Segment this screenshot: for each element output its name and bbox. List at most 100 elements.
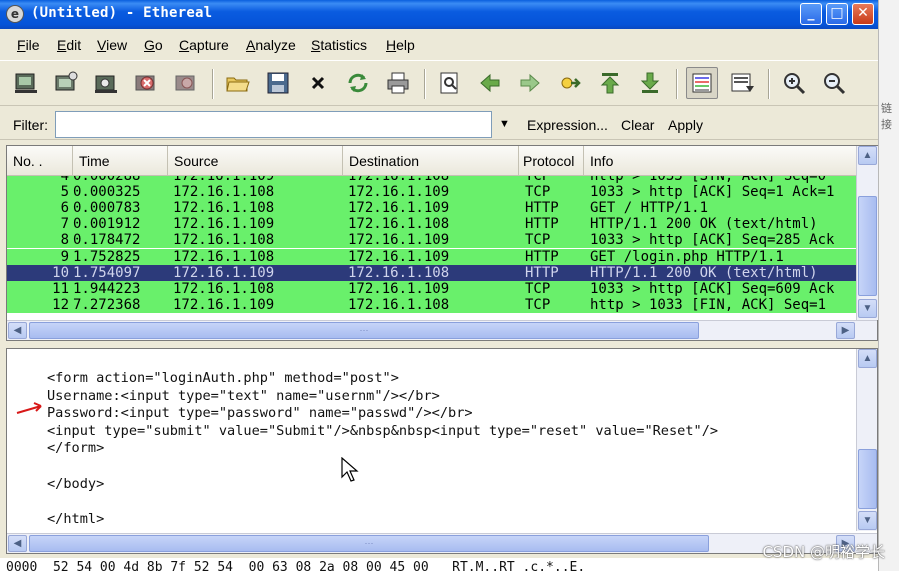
window-title: (Untitled) - Ethereal — [31, 5, 213, 21]
mouse-cursor-icon — [341, 457, 359, 482]
scroll-up-icon[interactable]: ▲ — [858, 349, 877, 368]
packet-protocol-cell: HTTP — [525, 200, 559, 217]
menu-statistics[interactable]: Statistics — [311, 37, 367, 53]
scroll-down-icon[interactable]: ▼ — [858, 299, 877, 318]
packet-row[interactable]: 6 0.000783 172.16.1.108 172.16.1.109 HTTP GET… — [7, 200, 856, 217]
scroll-up-icon[interactable]: ▲ — [858, 146, 877, 165]
menu-file[interactable]: File — [17, 37, 40, 53]
menu-analyze[interactable]: Analyze — [246, 37, 296, 53]
scroll-left-icon[interactable]: ◀ — [8, 322, 27, 339]
reload-icon[interactable] — [342, 67, 374, 99]
hex-dump-line: 0000 52 54 00 4d 8b 7f 52 54 00 63 08 2a… — [6, 560, 586, 571]
scroll-right-icon[interactable]: ▶ — [836, 322, 855, 339]
detail-hscrollbar[interactable]: ◀ ⋯ ▶ — [7, 533, 877, 553]
menu-help[interactable]: Help — [386, 37, 415, 53]
expression-button[interactable]: Expression... — [527, 117, 608, 133]
close-file-icon[interactable] — [302, 67, 334, 99]
packet-time-cell: 0.000288 — [73, 176, 141, 184]
packet-time-cell: 7.272368 — [73, 296, 141, 313]
scroll-thumb[interactable] — [858, 449, 877, 509]
go-first-icon[interactable] — [594, 67, 626, 99]
main-toolbar — [0, 60, 878, 106]
scroll-left-icon[interactable]: ◀ — [8, 535, 27, 552]
menu-view[interactable]: View — [97, 37, 127, 53]
column-destination[interactable]: Destination — [343, 146, 519, 176]
go-last-icon[interactable] — [634, 67, 666, 99]
packet-detail-pane: <form action="loginAuth.php" method="pos… — [6, 348, 878, 554]
packet-time-cell: 1.754097 — [73, 264, 141, 281]
filter-input[interactable] — [55, 111, 492, 138]
packet-row[interactable]: 7 0.001912 172.16.1.109 172.16.1.108 HTTP HTT… — [7, 216, 856, 233]
packet-row[interactable]: 10 1.754097 172.16.1.109 172.16.1.108 HTTP HT… — [7, 264, 856, 281]
packet-protocol-cell: HTTP — [525, 264, 559, 281]
zoom-out-icon[interactable] — [818, 67, 850, 99]
menu-go[interactable]: Go — [144, 37, 163, 53]
packet-source-cell: 172.16.1.109 — [173, 216, 275, 233]
packet-source-cell: 172.16.1.108 — [173, 280, 275, 297]
colorize-icon[interactable] — [686, 67, 718, 99]
packet-list-vscrollbar[interactable]: ▲ ▼ — [856, 146, 878, 320]
start-capture-icon[interactable] — [90, 67, 122, 99]
column-time[interactable]: Time — [73, 146, 168, 176]
detail-vscrollbar[interactable]: ▲ ▼ — [856, 349, 877, 531]
go-forward-icon[interactable] — [514, 67, 546, 99]
packet-protocol-cell: TCP — [525, 176, 551, 184]
packet-no-cell: 10 — [52, 264, 69, 281]
scroll-thumb[interactable]: ⋯ — [29, 535, 709, 552]
packet-row[interactable]: 9 1.752825 172.16.1.108 172.16.1.109 HTTP GET… — [7, 248, 856, 265]
packet-protocol-cell: HTTP — [525, 216, 559, 233]
find-packet-icon[interactable] — [434, 67, 466, 99]
scroll-thumb[interactable]: ⋯ — [29, 322, 699, 339]
stop-capture-icon[interactable] — [130, 67, 162, 99]
close-button[interactable]: ✕ — [852, 3, 874, 25]
apply-button[interactable]: Apply — [668, 117, 703, 133]
hex-dump-pane: 0000 52 54 00 4d 8b 7f 52 54 00 63 08 2a… — [0, 558, 878, 571]
go-back-icon[interactable] — [474, 67, 506, 99]
filter-dropdown-icon[interactable]: ▼ — [499, 118, 510, 130]
packet-info-cell: HTTP/1.1 200 OK (text/html) — [590, 216, 818, 233]
packet-row[interactable]: 5 0.000325 172.16.1.108 172.16.1.109 TCP 1033… — [7, 184, 856, 201]
save-file-icon[interactable] — [262, 67, 294, 99]
packet-protocol-cell: TCP — [525, 232, 551, 249]
filter-label: Filter: — [13, 117, 48, 133]
packet-destination-cell: 172.16.1.109 — [348, 280, 450, 297]
packet-no-cell: 9 — [60, 248, 69, 265]
scroll-thumb[interactable] — [858, 196, 877, 296]
packet-destination-cell: 172.16.1.108 — [348, 296, 450, 313]
packet-row[interactable]: 4 0.000288 172.16.1.109 172.16.1.108 TCP http… — [7, 176, 856, 184]
minimize-button[interactable]: _ — [800, 3, 822, 25]
menu-capture[interactable]: Capture — [179, 37, 229, 53]
packet-list-hscrollbar[interactable]: ◀ ⋯ ▶ — [7, 320, 877, 340]
column-info[interactable]: Info — [584, 146, 856, 176]
zoom-in-icon[interactable] — [778, 67, 810, 99]
packet-no-cell: 12 — [52, 296, 69, 313]
capture-options-icon[interactable] — [50, 67, 82, 99]
packet-row[interactable]: 8 0.178472 172.16.1.108 172.16.1.109 TCP 1033… — [7, 232, 856, 249]
auto-scroll-icon[interactable] — [726, 67, 758, 99]
open-file-icon[interactable] — [222, 67, 254, 99]
maximize-button[interactable]: □ — [826, 3, 848, 25]
packet-destination-cell: 172.16.1.109 — [348, 248, 450, 265]
filter-bar: Filter: ▼ Expression... Clear Apply — [0, 108, 878, 140]
packet-time-cell: 0.000783 — [73, 200, 141, 217]
go-to-packet-icon[interactable] — [554, 67, 586, 99]
packet-no-cell: 6 — [60, 200, 69, 217]
packet-list-header: No. . Time Source Destination Protocol I… — [7, 146, 856, 176]
interface-list-icon[interactable] — [10, 67, 42, 99]
packet-source-cell: 172.16.1.108 — [173, 232, 275, 249]
restart-capture-icon[interactable] — [170, 67, 202, 99]
packet-row[interactable]: 12 7.272368 172.16.1.109 172.16.1.108 TCP htt… — [7, 296, 856, 313]
column-no[interactable]: No. . — [7, 146, 73, 176]
packet-time-cell: 1.944223 — [73, 280, 141, 297]
packet-rows: 4 0.000288 172.16.1.109 172.16.1.108 TCP http… — [7, 176, 856, 314]
menu-edit[interactable]: Edit — [57, 37, 81, 53]
menu-bar: File Edit View Go Capture Analyze Statis… — [0, 32, 878, 58]
title-bar[interactable]: e (Untitled) - Ethereal _ □ ✕ — [0, 0, 878, 29]
scroll-down-icon[interactable]: ▼ — [858, 511, 877, 530]
print-icon[interactable] — [382, 67, 414, 99]
ethereal-window: e (Untitled) - Ethereal _ □ ✕ File Edit … — [0, 0, 878, 571]
clear-button[interactable]: Clear — [621, 117, 654, 133]
packet-row[interactable]: 11 1.944223 172.16.1.108 172.16.1.109 TCP 103… — [7, 280, 856, 297]
column-protocol[interactable]: Protocol — [519, 146, 584, 176]
column-source[interactable]: Source — [168, 146, 343, 176]
